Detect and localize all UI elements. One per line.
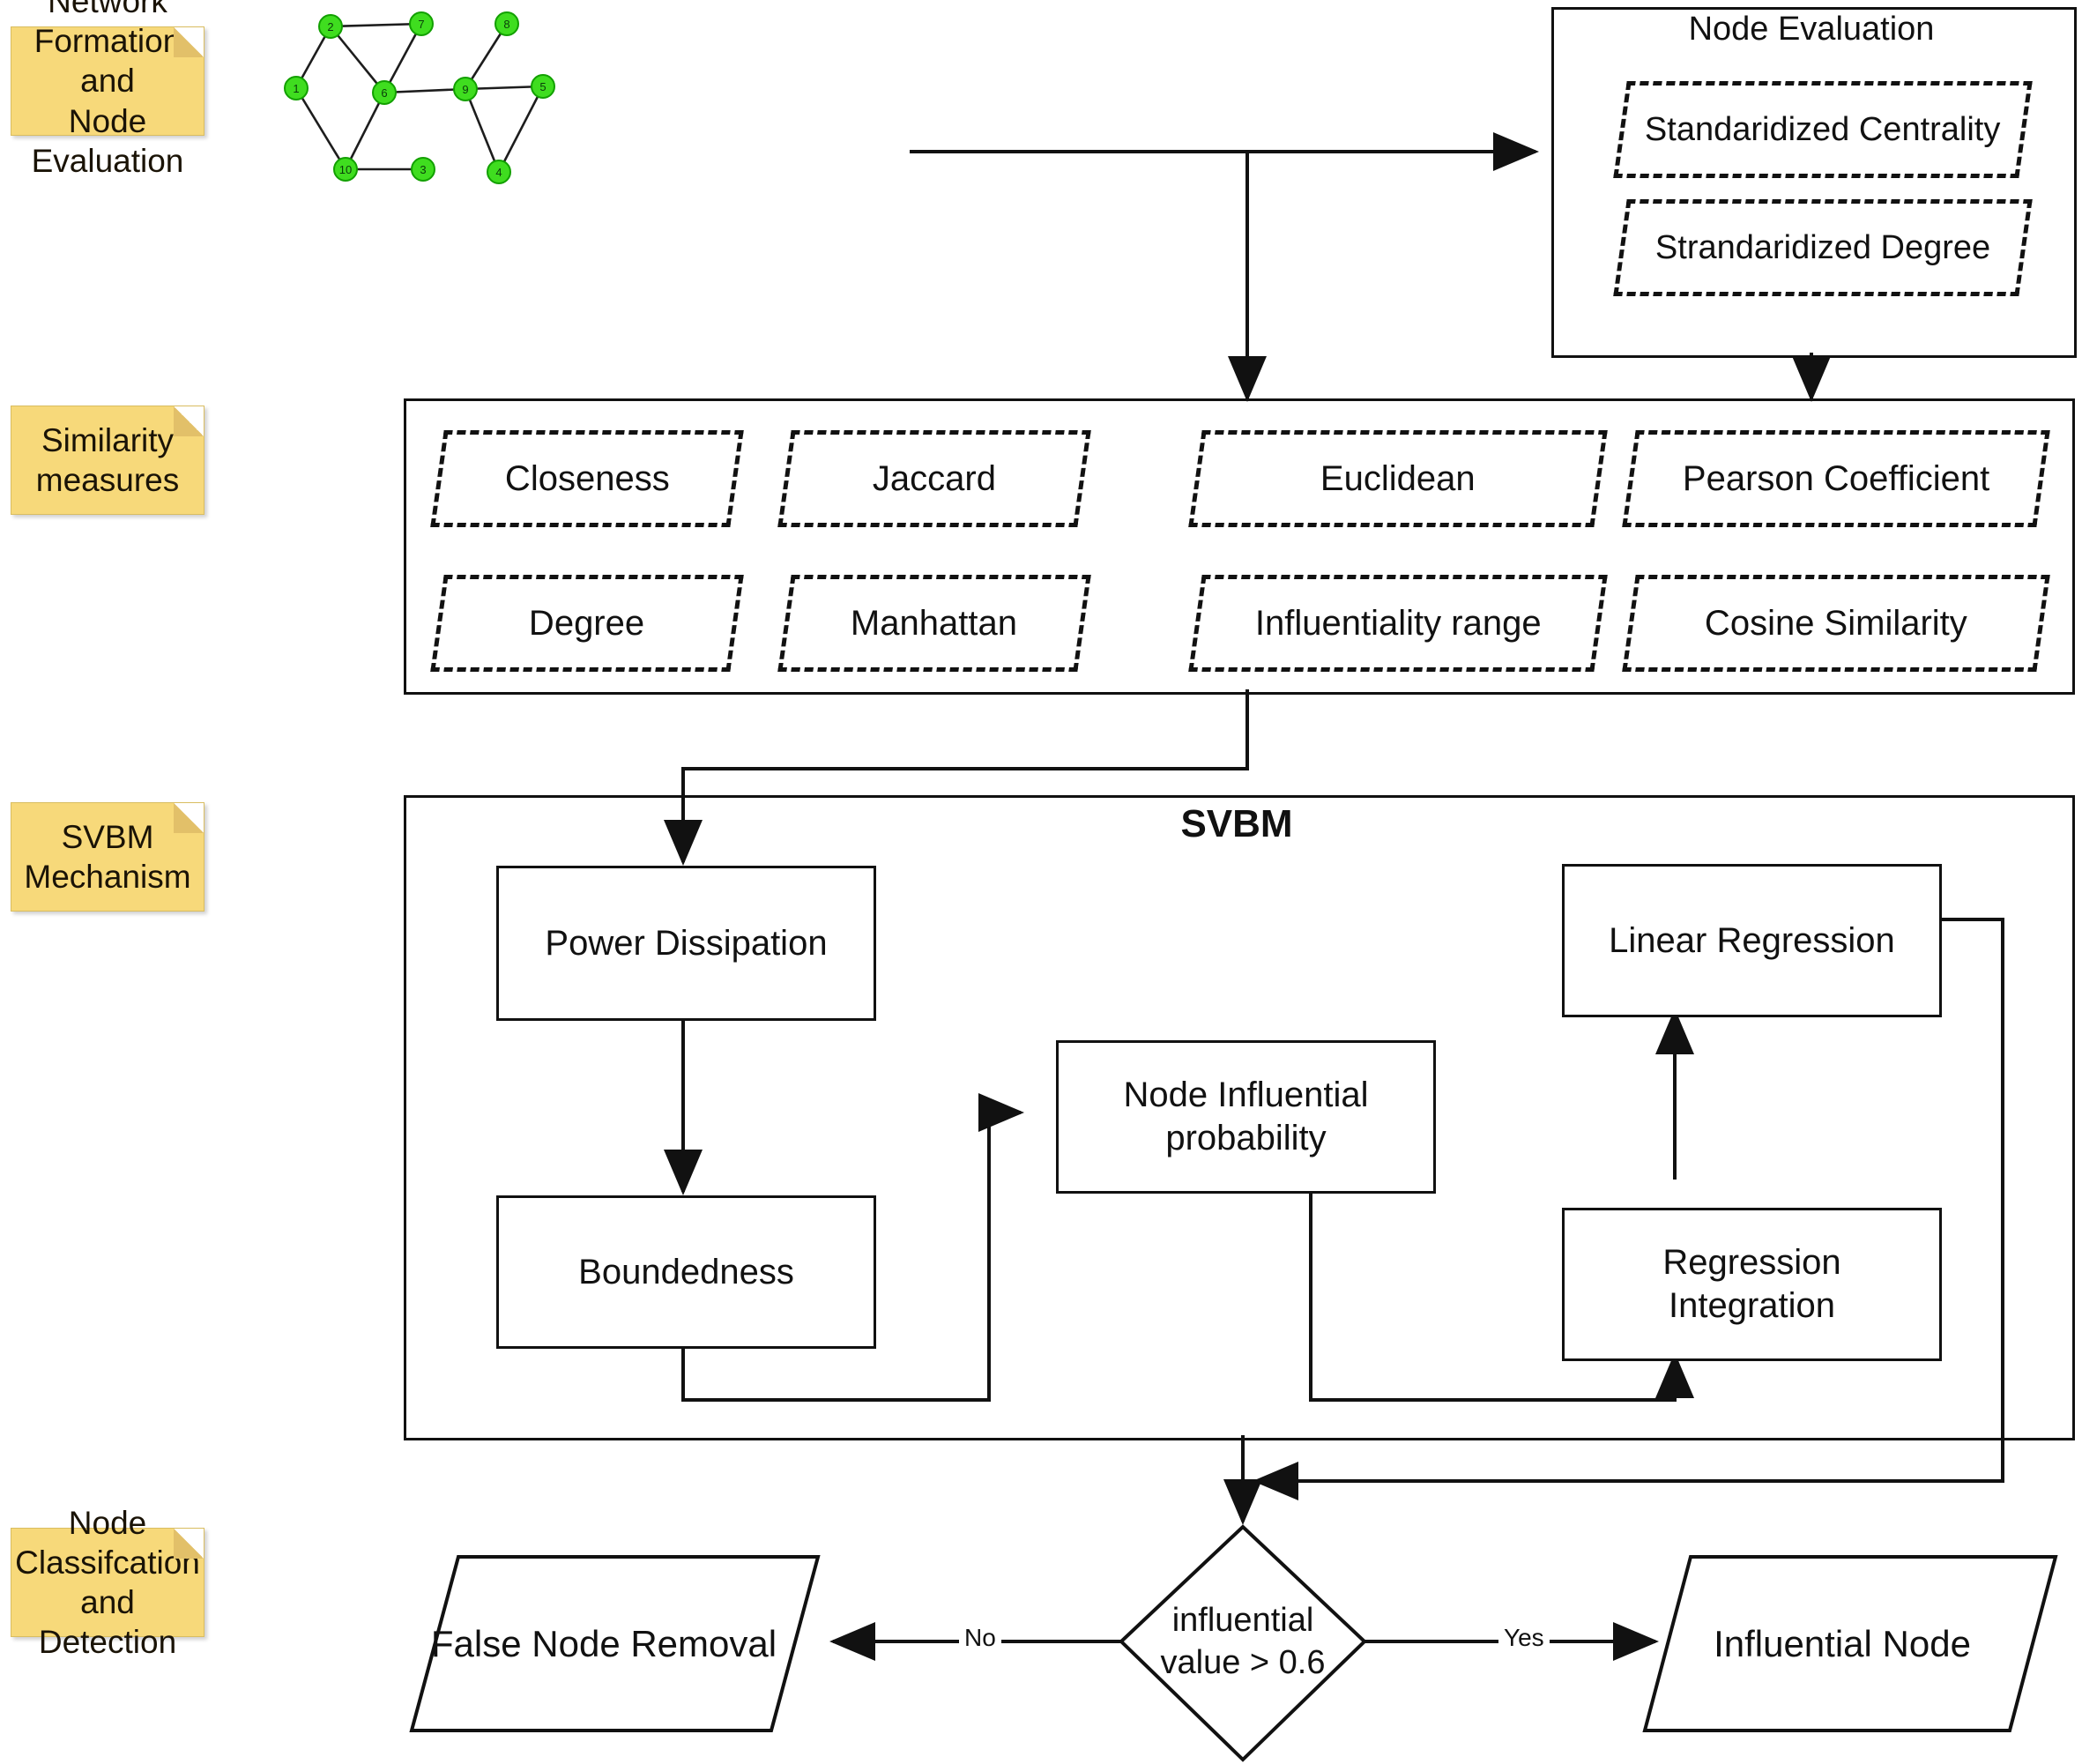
decision-condition-line2: value > 0.6 bbox=[1160, 1643, 1326, 1681]
decision-layer bbox=[409, 1524, 2058, 1762]
decision-label: influential value > 0.6 bbox=[1121, 1578, 1364, 1706]
false-node-removal-text: False Node Removal bbox=[430, 1622, 777, 1664]
false-node-removal-label: False Node Removal bbox=[414, 1604, 793, 1684]
influential-node-text: Influential Node bbox=[1714, 1622, 1971, 1664]
decision-yes-label: Yes bbox=[1498, 1624, 1550, 1652]
decision-condition-line1: influential bbox=[1171, 1602, 1314, 1639]
influential-node-label: Influential Node bbox=[1657, 1604, 2027, 1684]
diagram-canvas: Network Formation and Node Evaluation Si… bbox=[0, 0, 2082, 1764]
decision-no-label: No bbox=[959, 1624, 1001, 1652]
